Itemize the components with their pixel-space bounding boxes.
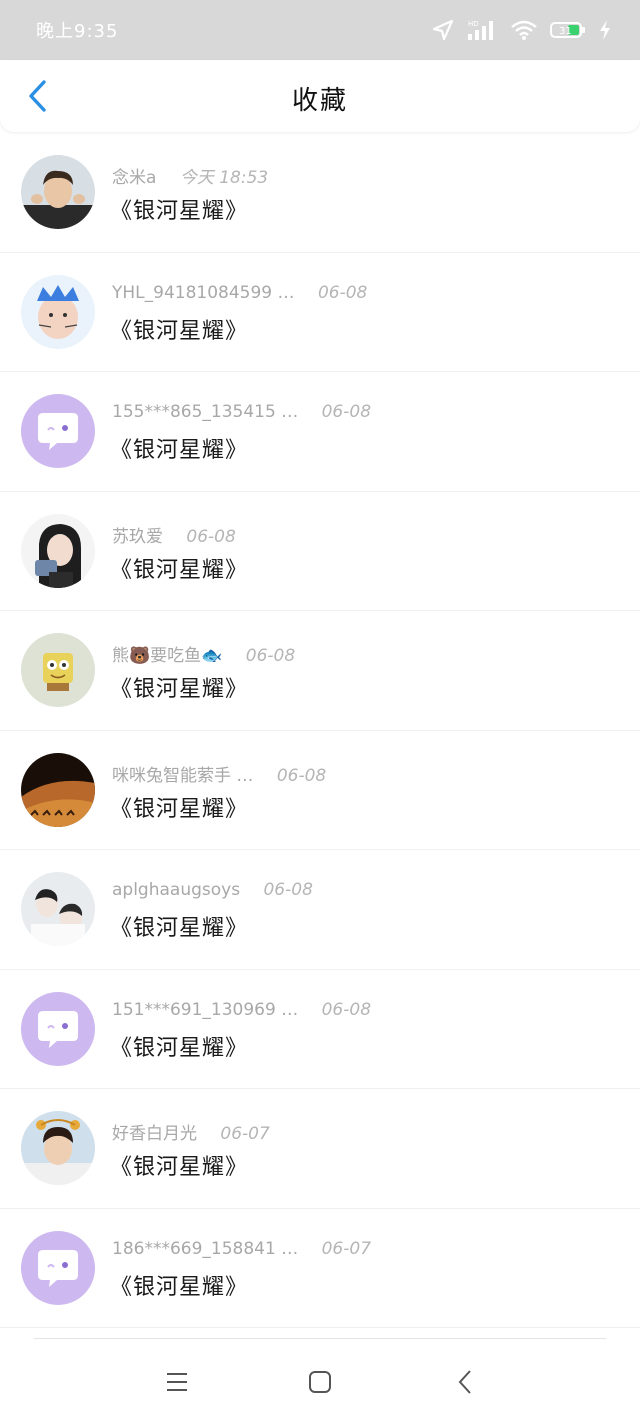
item-meta: 咪咪兔智能萦手 … 06-08 bbox=[112, 761, 327, 786]
menu-button[interactable] bbox=[159, 1364, 195, 1400]
avatar[interactable] bbox=[21, 991, 95, 1066]
avatar[interactable] bbox=[21, 752, 95, 827]
navigation-bar: 收藏 bbox=[0, 60, 640, 132]
user-name: 155***865_135415 … bbox=[112, 402, 299, 422]
avatar[interactable] bbox=[21, 513, 95, 588]
user-name: 咪咪兔智能萦手 … bbox=[112, 765, 254, 786]
status-icons: HD 31 bbox=[432, 19, 612, 41]
bottom-divider bbox=[34, 1338, 606, 1339]
favorite-item[interactable]: aplghaaugsoys 06-08 《银河星耀》 bbox=[0, 850, 640, 970]
avatar[interactable] bbox=[21, 1111, 95, 1185]
item-meta: 苏玖爱 06-08 bbox=[112, 522, 236, 547]
user-name: 151***691_130969 … bbox=[112, 999, 299, 1020]
user-name: 熊🐻要吃鱼🐟 bbox=[112, 646, 223, 666]
favorite-item[interactable]: 熊🐻要吃鱼🐟 06-08 《银河星耀》 bbox=[0, 611, 640, 731]
user-name: aplghaaugsoys bbox=[112, 880, 241, 900]
favorite-item[interactable]: 念米a 今天 18:53 《银河星耀》 bbox=[0, 133, 640, 253]
item-meta: 熊🐻要吃鱼🐟 06-08 bbox=[112, 641, 296, 666]
avatar[interactable] bbox=[21, 394, 95, 468]
location-arrow-icon bbox=[432, 19, 454, 41]
favorite-title: 《银河星耀》 bbox=[110, 438, 249, 463]
avatar[interactable] bbox=[21, 872, 95, 946]
status-bar: 晚上9:35 HD 31 bbox=[0, 0, 640, 60]
favorite-item[interactable]: 186***669_158841 … 06-07 《银河星耀》 bbox=[0, 1209, 640, 1328]
favorite-title: 《银河星耀》 bbox=[110, 318, 249, 344]
favorite-title: 《银河星耀》 bbox=[110, 1274, 249, 1300]
battery-level: 31 bbox=[559, 26, 572, 37]
user-name: 186***669_158841 … bbox=[112, 1238, 299, 1259]
favorite-item[interactable]: 151***691_130969 … 06-08 《银河星耀》 bbox=[0, 970, 640, 1089]
timestamp: 今天 18:53 bbox=[179, 168, 269, 188]
timestamp: 06-08 bbox=[245, 646, 296, 666]
favorite-title: 《银河星耀》 bbox=[110, 557, 249, 583]
timestamp: 06-07 bbox=[220, 1124, 270, 1144]
favorite-title: 《银河星耀》 bbox=[110, 796, 249, 822]
timestamp: 06-08 bbox=[186, 526, 236, 547]
timestamp: 06-08 bbox=[276, 765, 327, 786]
item-meta: 念米a 今天 18:53 bbox=[112, 163, 269, 188]
status-time: 晚上9:35 bbox=[36, 21, 119, 42]
favorite-item[interactable]: YHL_94181084599 … 06-08 《银河星耀》 bbox=[0, 253, 640, 372]
user-name: 好香白月光 bbox=[112, 1124, 197, 1144]
timestamp: 06-08 bbox=[263, 880, 313, 900]
system-back-button[interactable] bbox=[447, 1364, 483, 1400]
favorite-item[interactable]: 咪咪兔智能萦手 … 06-08 《银河星耀》 bbox=[0, 731, 640, 850]
battery-icon: 31 bbox=[550, 20, 586, 40]
avatar[interactable] bbox=[21, 155, 95, 229]
avatar[interactable] bbox=[21, 1230, 95, 1305]
favorite-item[interactable]: 苏玖爱 06-08 《银河星耀》 bbox=[0, 492, 640, 611]
item-meta: 155***865_135415 … 06-08 bbox=[112, 402, 371, 426]
item-divider bbox=[0, 1327, 640, 1328]
favorite-title: 《银河星耀》 bbox=[110, 199, 249, 224]
home-square-icon bbox=[309, 1371, 331, 1393]
favorite-title: 《银河星耀》 bbox=[110, 916, 249, 941]
network-label: HD bbox=[468, 20, 479, 28]
avatar[interactable] bbox=[21, 633, 95, 707]
favorite-item[interactable]: 好香白月光 06-07 《银河星耀》 bbox=[0, 1089, 640, 1209]
item-meta: 151***691_130969 … 06-08 bbox=[112, 1000, 371, 1024]
user-name: 念米a bbox=[112, 168, 157, 188]
signal-icon: HD bbox=[466, 19, 498, 41]
menu-icon bbox=[167, 1373, 187, 1391]
item-meta: YHL_94181084599 … 06-08 bbox=[112, 283, 367, 307]
avatar[interactable] bbox=[21, 274, 95, 349]
favorite-title: 《银河星耀》 bbox=[110, 677, 249, 702]
favorite-item[interactable]: 155***865_135415 … 06-08 《银河星耀》 bbox=[0, 372, 640, 492]
wifi-icon bbox=[510, 19, 538, 41]
user-name: 苏玖爱 bbox=[112, 526, 163, 547]
item-meta: 186***669_158841 … 06-07 bbox=[112, 1239, 371, 1263]
item-meta: 好香白月光 06-07 bbox=[112, 1119, 270, 1144]
user-name: YHL_94181084599 … bbox=[112, 282, 295, 303]
timestamp: 06-07 bbox=[321, 1238, 372, 1259]
charging-icon bbox=[598, 19, 612, 41]
home-button[interactable] bbox=[302, 1364, 338, 1400]
favorites-list: 念米a 今天 18:53 《银河星耀》 YHL_94181084599 … 06… bbox=[0, 133, 640, 1328]
page-title: 收藏 bbox=[291, 86, 348, 116]
favorite-title: 《银河星耀》 bbox=[110, 1035, 249, 1061]
system-navigation-bar bbox=[0, 1340, 640, 1422]
timestamp: 06-08 bbox=[317, 282, 368, 303]
back-chevron-icon bbox=[458, 1370, 471, 1394]
favorite-title: 《银河星耀》 bbox=[110, 1155, 249, 1180]
timestamp: 06-08 bbox=[321, 402, 372, 422]
item-meta: aplghaaugsoys 06-08 bbox=[112, 880, 313, 904]
timestamp: 06-08 bbox=[321, 999, 372, 1020]
